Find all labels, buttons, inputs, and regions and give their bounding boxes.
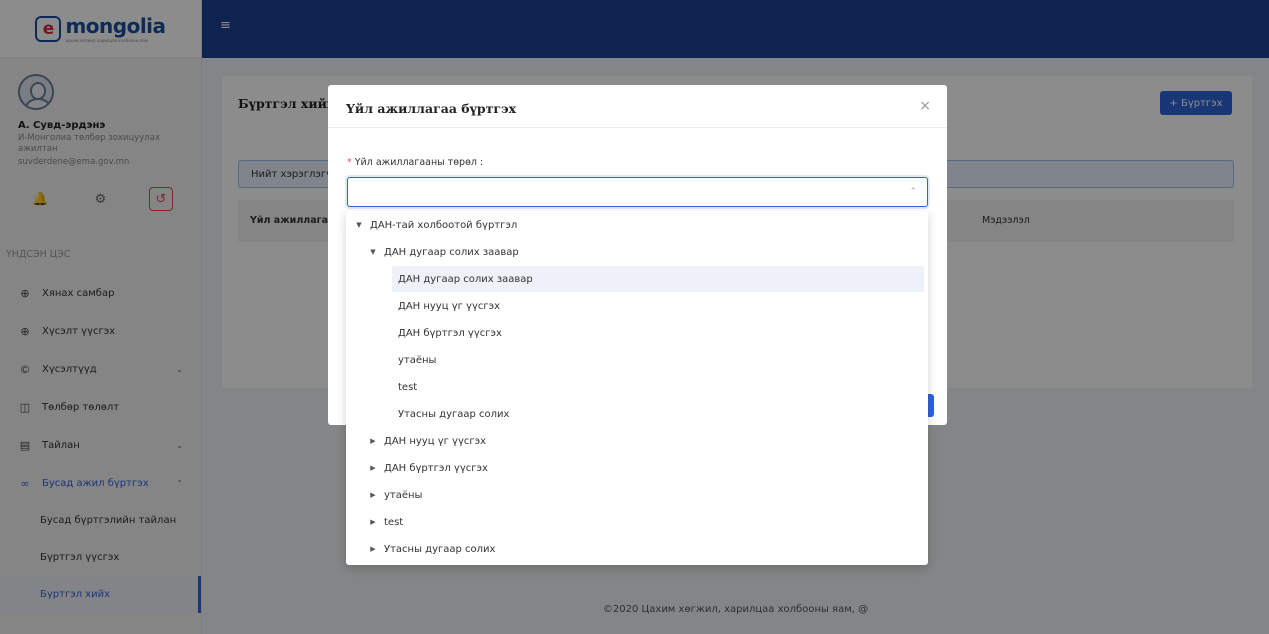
caret-right-icon[interactable]: ▶ — [366, 464, 380, 472]
tree-leaf-label: ДАН дугаар солих заавар — [398, 273, 533, 285]
caret-right-icon[interactable]: ▶ — [366, 491, 380, 499]
tree-leaf-label: test — [398, 381, 418, 393]
tree-node-label: ДАН-тай холбоотой бүртгэл — [370, 219, 518, 231]
caret-down-icon[interactable]: ▼ — [352, 221, 366, 229]
tree-node-collapsed[interactable]: ▶ Утасны дугаар солих — [366, 536, 495, 562]
tree-node-label: test — [384, 516, 404, 528]
tree-node-collapsed[interactable]: ▶ утаёны — [366, 482, 422, 508]
tree-leaf-label: утаёны — [398, 354, 437, 366]
tree-leaf[interactable]: Утасны дугаар солих — [398, 401, 509, 427]
tree-node-collapsed[interactable]: ▶ ДАН бүртгэл үүсгэх — [366, 455, 488, 481]
activity-type-label-text: Үйл ажиллагааны төрөл : — [354, 157, 484, 168]
required-marker: * — [347, 157, 352, 168]
tree-node-label: ДАН нууц үг үүсгэх — [384, 435, 487, 447]
tree-node-label: Утасны дугаар солих — [384, 543, 496, 555]
tree-leaf-label: Утасны дугаар солих — [398, 408, 510, 420]
tree-leaf-label: ДАН нууц үг үүсгэх — [398, 300, 501, 312]
tree-leaf[interactable]: ДАН нууц үг үүсгэх — [398, 293, 500, 319]
tree-node-expanded[interactable]: ▼ ДАН дугаар солих заавар — [366, 239, 519, 265]
tree-node-label: ДАН дугаар солих заавар — [384, 246, 519, 258]
tree-node-label: ДАН бүртгэл үүсгэх — [384, 462, 488, 474]
activity-type-select[interactable]: ⌃ — [347, 177, 928, 207]
tree-node-collapsed[interactable]: ▶ ДАН нууц үг үүсгэх — [366, 428, 486, 454]
tree-leaf-label: ДАН бүртгэл үүсгэх — [398, 327, 502, 339]
tree-leaf[interactable]: ДАН бүртгэл үүсгэх — [398, 320, 502, 346]
caret-right-icon[interactable]: ▶ — [366, 437, 380, 445]
close-icon[interactable]: × — [919, 98, 931, 114]
caret-down-icon[interactable]: ▼ — [366, 248, 380, 256]
tree-node-collapsed[interactable]: ▶ test — [366, 509, 403, 535]
tree-leaf[interactable]: утаёны — [398, 347, 436, 373]
tree-node-label: утаёны — [384, 489, 423, 501]
modal-title: Үйл ажиллагаа бүртгэх — [346, 101, 517, 116]
tree-node-root[interactable]: ▼ ДАН-тай холбоотой бүртгэл — [352, 212, 517, 238]
chevron-up-icon: ⌃ — [909, 187, 917, 197]
caret-right-icon[interactable]: ▶ — [366, 545, 380, 553]
tree-leaf-selected[interactable]: ДАН дугаар солих заавар — [392, 266, 924, 292]
activity-type-label: * Үйл ажиллагааны төрөл : — [347, 157, 483, 168]
caret-right-icon[interactable]: ▶ — [366, 518, 380, 526]
modal-header: Үйл ажиллагаа бүртгэх × — [328, 85, 947, 128]
tree-select-dropdown: ▼ ДАН-тай холбоотой бүртгэл ▼ ДАН дугаар… — [346, 211, 928, 565]
tree-leaf[interactable]: test — [398, 374, 417, 400]
